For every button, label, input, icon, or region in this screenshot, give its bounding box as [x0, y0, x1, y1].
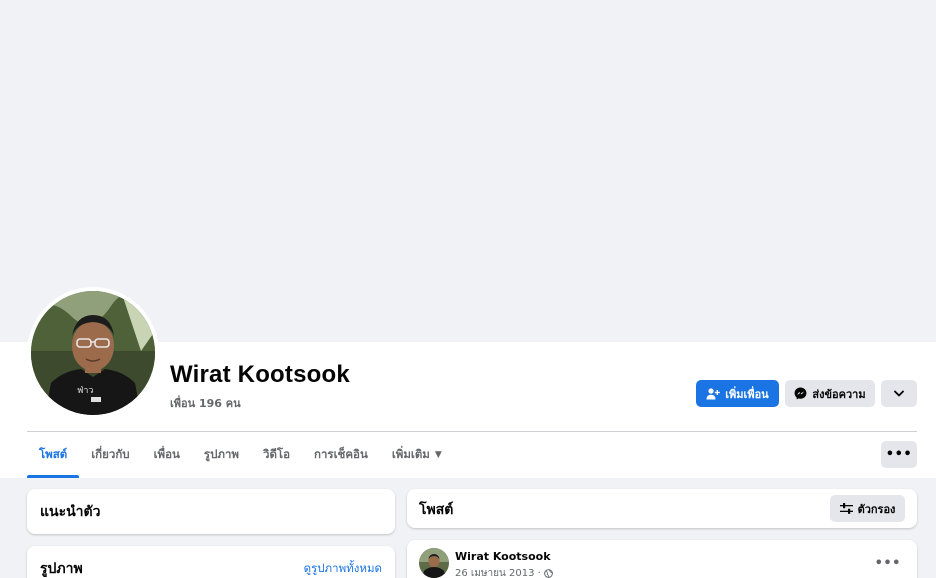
add-friend-label: เพิ่มเพื่อน: [725, 387, 769, 401]
post-timestamp[interactable]: 26 เมษายน 2013 ·: [455, 566, 553, 578]
messenger-icon: [794, 387, 807, 400]
svg-text:ฟ่าว: ฟ่าว: [77, 386, 93, 396]
post-author-photo: [419, 548, 449, 578]
profile-options-button[interactable]: [881, 380, 917, 407]
tab-photos[interactable]: รูปภาพ: [192, 432, 251, 478]
post-card: Wirat Kootsook 26 เมษายน 2013 · •••: [407, 540, 917, 578]
post-options-icon[interactable]: •••: [875, 556, 901, 571]
posts-header-card: โพสต์ ตัวกรอง: [407, 489, 917, 528]
send-message-button[interactable]: ส่งข้อความ: [785, 380, 875, 407]
post-author-name[interactable]: Wirat Kootsook: [455, 550, 551, 563]
caret-down-icon: ▼: [434, 450, 442, 460]
profile-avatar[interactable]: ฟ่าว: [27, 287, 159, 419]
posts-title: โพสต์: [419, 502, 454, 518]
tab-posts[interactable]: โพสต์: [27, 432, 80, 478]
photos-card: รูปภาพ ดูรูปภาพทั้งหมด: [27, 546, 395, 578]
tab-videos[interactable]: วิดีโอ: [251, 432, 302, 478]
tab-more[interactable]: เพิ่มเติม ▼: [380, 432, 454, 478]
filter-label: ตัวกรอง: [857, 502, 896, 516]
tabs-more-options-button[interactable]: •••: [881, 441, 917, 468]
tab-checkins[interactable]: การเช็คอิน: [302, 432, 380, 478]
add-friend-button[interactable]: เพิ่มเพื่อน: [696, 380, 779, 407]
send-message-label: ส่งข้อความ: [812, 387, 866, 401]
cover-photo[interactable]: [4, 0, 936, 342]
profile-photo: ฟ่าว: [31, 291, 155, 415]
chevron-down-icon: [894, 390, 904, 397]
tab-about[interactable]: เกี่ยวกับ: [79, 432, 141, 478]
person-plus-icon: [706, 387, 721, 399]
globe-icon: [543, 569, 553, 578]
post-author-avatar[interactable]: [419, 548, 449, 578]
profile-tabs: โพสต์ เกี่ยวกับ เพื่อน รูปภาพ วิดีโอ การ…: [27, 432, 454, 478]
tab-friends[interactable]: เพื่อน: [142, 432, 192, 478]
photos-title: รูปภาพ: [40, 561, 83, 577]
friends-count[interactable]: เพื่อน 196 คน: [170, 394, 241, 412]
filter-button[interactable]: ตัวกรอง: [830, 495, 905, 522]
intro-title: แนะนำตัว: [40, 504, 101, 520]
filter-sliders-icon: [839, 503, 853, 514]
see-all-photos-link[interactable]: ดูรูปภาพทั้งหมด: [304, 560, 382, 578]
intro-card: แนะนำตัว: [27, 489, 395, 534]
more-dots-icon: •••: [885, 447, 913, 462]
profile-name: Wirat Kootsook: [170, 361, 350, 388]
